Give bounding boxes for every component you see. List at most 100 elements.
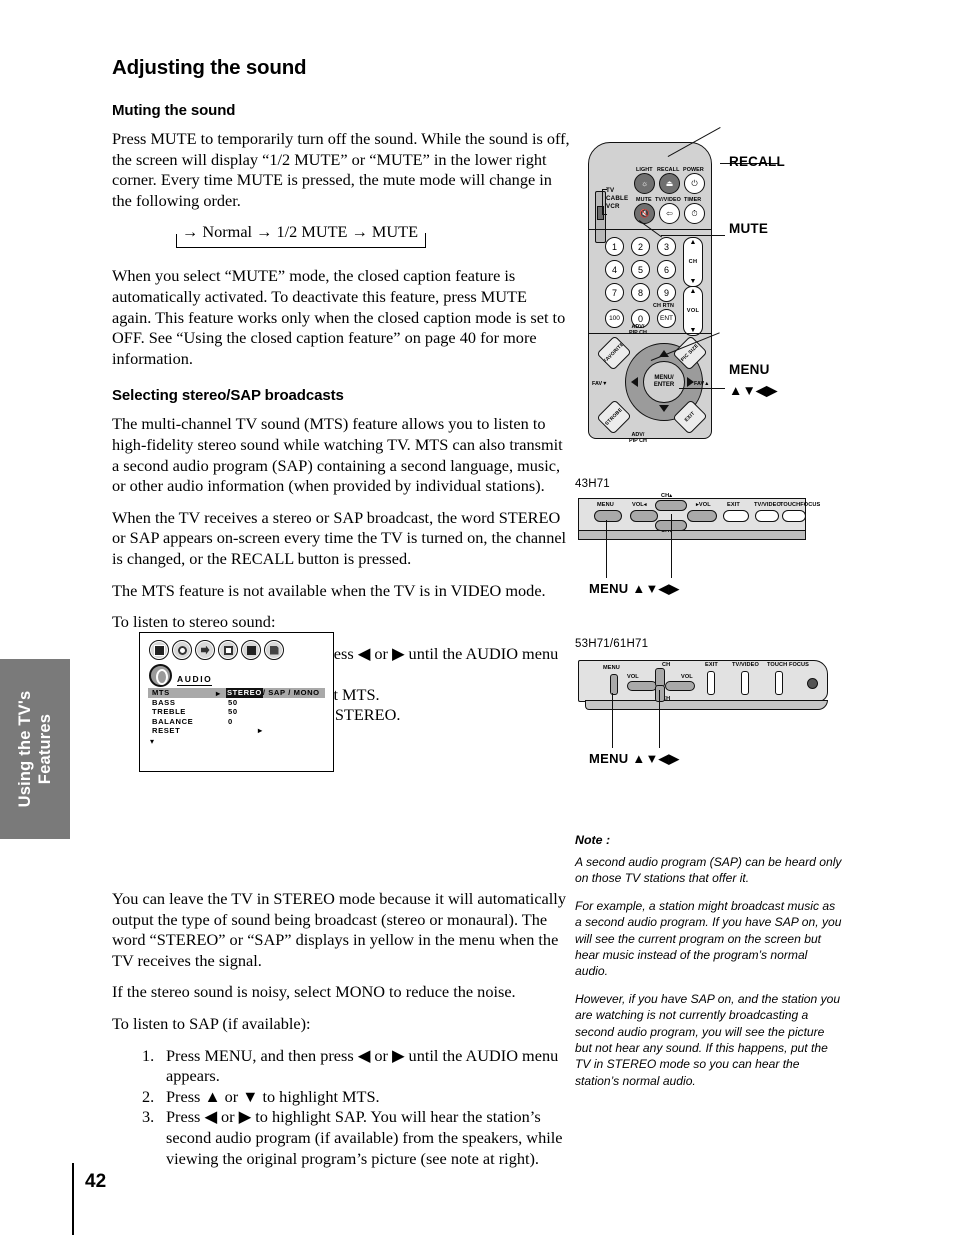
osd-row-balance: BALANCE 0 [148, 717, 325, 727]
remote-body: TV CABLE VCR LIGHT RECALL POWER MUTE TV/… [588, 142, 712, 444]
key-9[interactable]: 9 [657, 283, 676, 302]
current-menu-audio-icon [149, 664, 172, 687]
vol-right-button-53[interactable] [665, 681, 695, 691]
mute-button[interactable]: 🔇 [634, 203, 655, 224]
key-enter[interactable]: ENT [657, 309, 676, 328]
tvvideo-button[interactable]: ⇦ [659, 203, 680, 224]
osd-row-treble: TREBLE 50 [148, 707, 325, 717]
power-button[interactable]: ⏻ [684, 173, 705, 194]
leader-nav-43 [671, 514, 673, 578]
leader-arrows [679, 388, 725, 390]
label-ch-up-53: CH [662, 662, 671, 668]
mode-label-cable: CABLE [606, 195, 629, 203]
remote-control-figure: TV CABLE VCR LIGHT RECALL POWER MUTE TV/… [575, 126, 905, 450]
osd-row-label: BASS [152, 697, 176, 707]
label-ch-rtn: CH RTN [653, 303, 674, 309]
osd-row-value: STEREO/ SAP / MONO [226, 688, 320, 698]
paragraph-mute-1: Press MUTE to temporarily turn off the s… [112, 129, 570, 210]
osd-selected-value: STEREO [226, 688, 263, 698]
exit-button-43[interactable] [723, 510, 749, 522]
osd-icon-row [149, 640, 284, 660]
heading-muting-the-sound: Muting the sound [112, 102, 236, 119]
flow-right-tick [425, 233, 427, 248]
vol-right-button-43[interactable] [687, 510, 717, 522]
tvvideo-button-43[interactable] [755, 510, 779, 522]
picture-icon [149, 640, 169, 660]
panel-53h71-lip [585, 700, 828, 710]
label-vol-right-53: VOL [681, 674, 693, 680]
list-item: Press ◀ or ▶ to highlight SAP. You will … [142, 1107, 563, 1168]
ch-up-button-43[interactable] [655, 500, 687, 511]
page-number-rule [72, 1163, 74, 1235]
menu-enter-line2: ENTER [653, 382, 675, 388]
key-1[interactable]: 1 [605, 237, 624, 256]
key-6[interactable]: 6 [657, 260, 676, 279]
menu-button-53[interactable] [610, 674, 618, 695]
page-number: 42 [85, 1171, 107, 1192]
paragraph-mute-2: When you select “MUTE” mode, the closed … [112, 266, 566, 368]
heading-selecting-stereo-sap: Selecting stereo/SAP broadcasts [112, 387, 344, 405]
key-7[interactable]: 7 [605, 283, 624, 302]
lead-in-sap: To listen to SAP (if available): [112, 1014, 311, 1034]
exit-button-53[interactable] [707, 671, 715, 695]
callout-mute: MUTE [729, 221, 769, 236]
channel-rocker[interactable]: ▲ CH ▼ [683, 237, 703, 287]
osd-row-bass: BASS 50 [148, 698, 325, 708]
label-exit-53: EXIT [705, 662, 718, 668]
vol-label: VOL [686, 308, 700, 314]
nav-down-icon[interactable] [659, 405, 669, 412]
label-fav-down: FAV▼ [592, 381, 608, 387]
caption-43h71: MENU ▲▼◀▶ [589, 581, 680, 596]
label-touch-focus-53: TOUCH FOCUS [767, 662, 810, 668]
callout-arrows: ▲▼◀▶ [729, 383, 778, 398]
touchfocus-button-43[interactable] [782, 510, 806, 522]
list-item: Press ▲ or ▼ to highlight MTS. [142, 1086, 380, 1107]
label-tvvideo-43: TV/VIDEO [754, 502, 781, 508]
note-heading: Note : [575, 833, 611, 847]
osd-row-label: BALANCE [152, 716, 194, 726]
volume-rocker[interactable]: ▲ VOL ▼ [683, 286, 703, 336]
touch-focus-button-53[interactable] [775, 671, 783, 695]
audio-icon [172, 640, 192, 660]
paragraph-stereo-3: The MTS feature is not available when th… [112, 580, 546, 600]
vol-left-button-53[interactable] [627, 681, 657, 691]
osd-row-value: 50 [228, 697, 238, 707]
nav-right-icon[interactable] [687, 377, 694, 387]
osd-row-value: 50 [228, 707, 238, 716]
timer-button[interactable]: ⏱ [684, 203, 705, 224]
paragraph-stereo-5: If the stereo sound is noisy, select MON… [112, 982, 516, 1002]
note-paragraph-1: A second audio program (SAP) can be hear… [575, 855, 842, 886]
steps-sap-list: Press MENU, and then press ◀ or ▶ until … [112, 1046, 570, 1170]
osd-row-label: RESET [152, 726, 181, 735]
menu-enter-line1: MENU/ [654, 375, 674, 381]
key-8[interactable]: 8 [631, 283, 650, 302]
menu-enter-button[interactable]: MENU/ ENTER [643, 361, 685, 403]
page-title: Adjusting the sound [112, 56, 307, 79]
osd-row-label: MTS [152, 688, 170, 697]
key-100[interactable]: 100 [605, 309, 624, 328]
osd-row-value: 0 [228, 716, 233, 726]
menu-button-43[interactable] [594, 510, 622, 522]
osd-reset-arrow-icon: ▸ [258, 726, 263, 735]
label-ch-up-43: CH▴ [661, 493, 673, 499]
panel-43h71-figure: 43H71 MENU VOL◂ CH▴ ▸VOL CH▾ EXIT TV/VID… [575, 478, 905, 608]
recall-button[interactable]: ⏏ [659, 173, 680, 194]
panel-53h71-61h71-figure: 53H71/61H71 MENU VOL CH VOL CH EXIT TV/V… [575, 638, 905, 778]
key-4[interactable]: 4 [605, 260, 624, 279]
ch-label: CH [688, 259, 698, 265]
nav-left-icon[interactable] [631, 377, 638, 387]
tvvideo-button-53[interactable] [741, 671, 749, 695]
note-block: Note : A second audio program (SAP) can … [575, 833, 843, 1100]
paragraph-stereo-4: You can leave the TV in STEREO mode beca… [112, 889, 566, 970]
leader-mute-h [661, 235, 725, 237]
osd-row-mts: MTS ▸ STEREO/ SAP / MONO [148, 688, 325, 698]
key-5[interactable]: 5 [631, 260, 650, 279]
light-button[interactable]: ☼ [634, 173, 655, 194]
captions-icon [264, 640, 284, 660]
label-adv-pip-ch-top: ADV/ PIP CH [629, 324, 647, 336]
key-2[interactable]: 2 [631, 237, 650, 256]
lock-icon [218, 640, 238, 660]
note-paragraph-3: However, if you have SAP on, and the sta… [575, 991, 841, 1088]
vol-left-button-43[interactable] [630, 510, 658, 522]
key-3[interactable]: 3 [657, 237, 676, 256]
